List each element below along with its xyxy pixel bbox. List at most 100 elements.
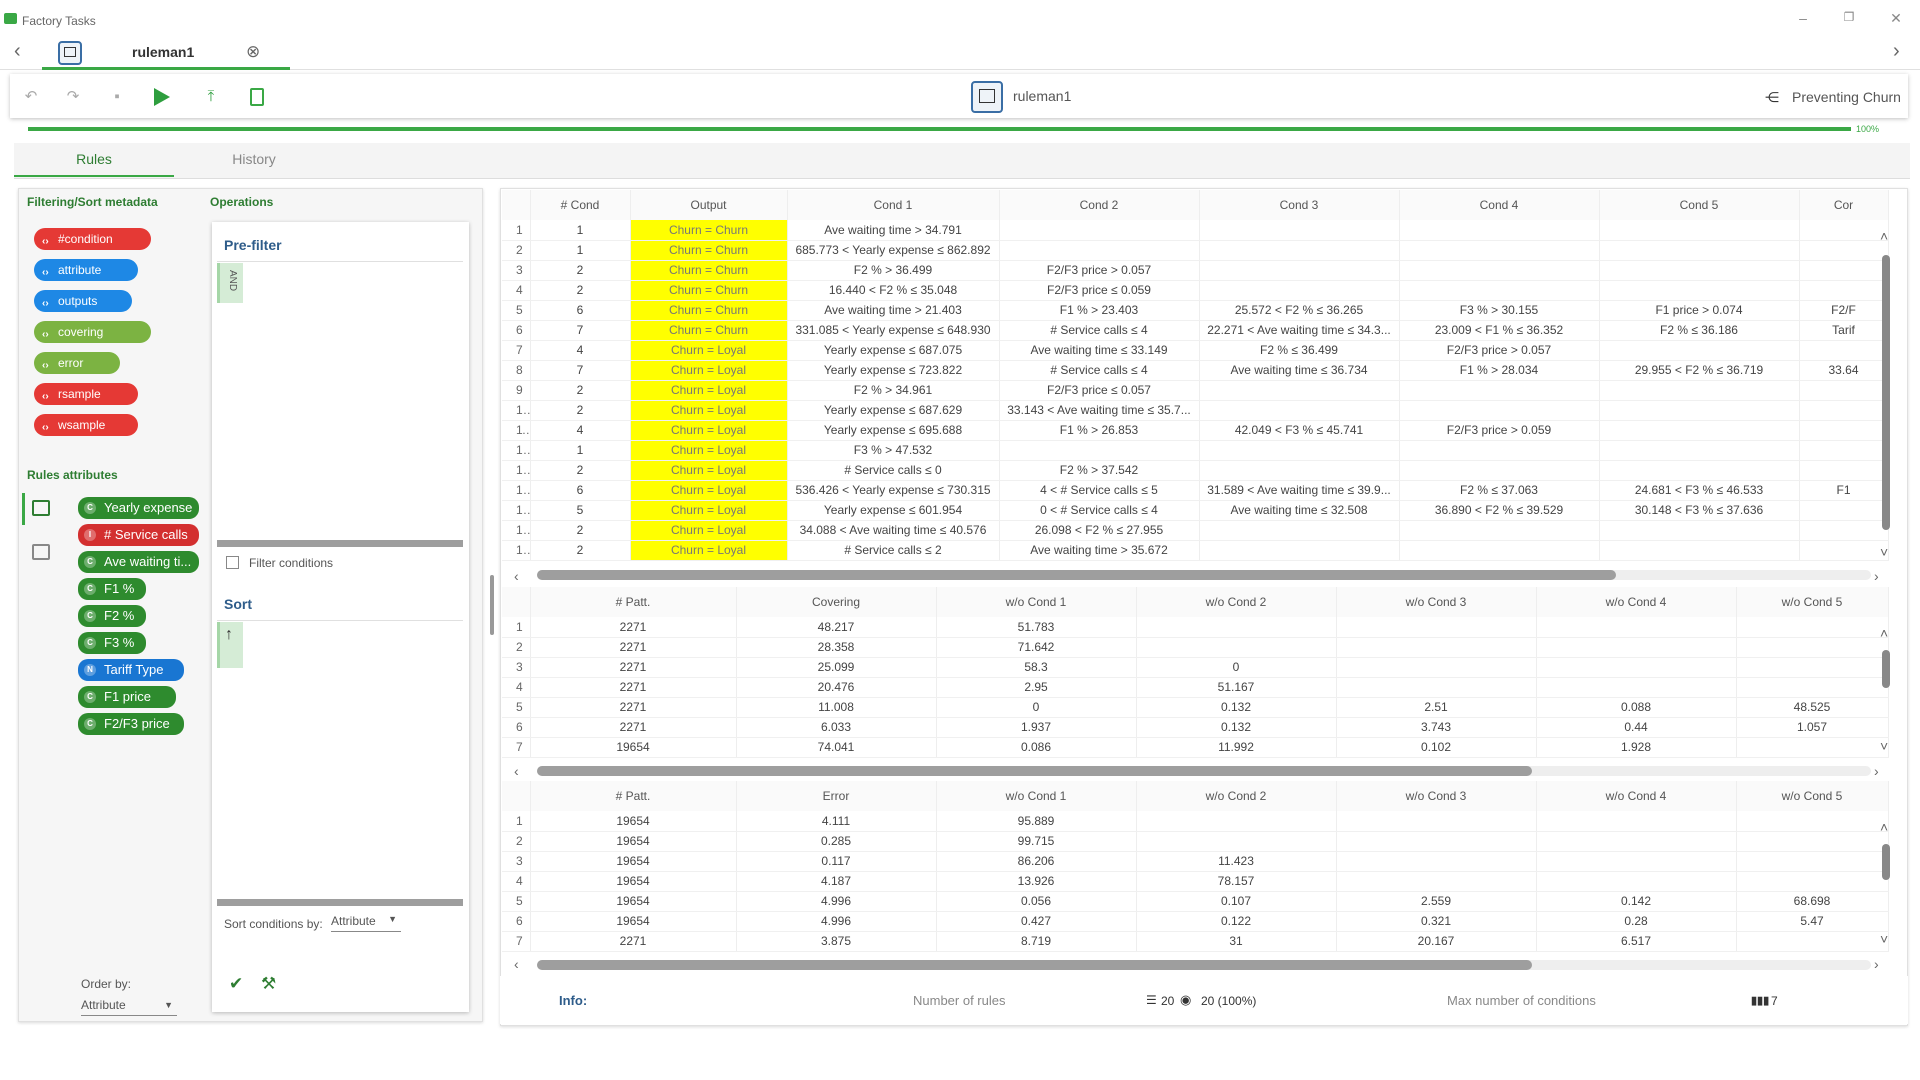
sort-ascending-icon[interactable]: ↑ xyxy=(220,622,243,644)
column-header[interactable]: Error xyxy=(736,781,937,811)
attribute-chip[interactable]: C F1 price xyxy=(78,686,176,708)
column-header[interactable]: w/o Cond 5 xyxy=(1736,781,1889,811)
table-row[interactable]: 12 1 Churn = Loyal F3 % > 47.532 xyxy=(502,440,1889,461)
scroll-down-icon[interactable]: ˅ xyxy=(1880,738,1888,754)
sort-direction-strip[interactable]: ↑ xyxy=(217,622,243,668)
table-row[interactable]: 1 2271 48.217 51.783 xyxy=(502,617,1889,638)
scroll-right-icon[interactable]: › xyxy=(1874,956,1879,972)
scroll-right-icon[interactable]: › xyxy=(1874,763,1879,779)
meta-tag-rsample[interactable]: ‹› rsample xyxy=(34,383,138,405)
table-row[interactable]: 2 19654 0.285 99.715 xyxy=(502,831,1889,852)
run-icon[interactable] xyxy=(154,88,170,106)
column-header[interactable]: Cond 3 xyxy=(1199,190,1400,220)
meta-tag-error[interactable]: ‹› error xyxy=(34,352,120,374)
table-row[interactable]: 9 2 Churn = Loyal F2 % > 34.961 F2/F3 price … xyxy=(502,380,1889,401)
column-header[interactable]: w/o Cond 5 xyxy=(1736,587,1889,617)
column-header[interactable]: w/o Cond 2 xyxy=(1136,781,1337,811)
scroll-down-icon[interactable]: ˅ xyxy=(1880,544,1888,560)
table-row[interactable]: 3 2271 25.099 58.3 0 xyxy=(502,657,1889,678)
column-header[interactable]: w/o Cond 1 xyxy=(936,587,1137,617)
covering-hscroll-thumb[interactable] xyxy=(537,766,1532,776)
table-row[interactable]: 10 2 Churn = Loyal Yearly expense ≤ 687.629… xyxy=(502,400,1889,421)
table-row[interactable]: 17 2 Churn = Loyal # Service calls ≤ 2 Ave w… xyxy=(502,540,1889,561)
rules-hscroll-thumb[interactable] xyxy=(537,570,1616,580)
meta-tag-attribute[interactable]: ‹› attribute xyxy=(34,259,138,281)
column-header[interactable]: w/o Cond 3 xyxy=(1336,587,1537,617)
table-row[interactable]: 7 19654 74.041 0.086 11.992 0.102 1.928 xyxy=(502,737,1889,758)
error-vscroll-thumb[interactable] xyxy=(1882,844,1890,880)
scroll-down-icon[interactable]: ˅ xyxy=(1880,931,1888,947)
minimize-button[interactable]: – xyxy=(1793,10,1813,26)
column-header[interactable]: # Patt. xyxy=(530,781,737,811)
table-row[interactable]: 4 2271 20.476 2.95 51.167 xyxy=(502,677,1889,698)
redo-icon[interactable]: ↷ xyxy=(64,88,82,106)
column-header[interactable]: Cond 2 xyxy=(999,190,1200,220)
table-row[interactable]: 2 1 Churn = Churn 685.773 < Yearly expense … xyxy=(502,240,1889,261)
covering-vscroll-thumb[interactable] xyxy=(1882,650,1890,688)
table-row[interactable]: 8 7 Churn = Loyal Yearly expense ≤ 723.822 #… xyxy=(502,360,1889,381)
restore-button[interactable]: ❐ xyxy=(1839,10,1859,24)
tab-scroll-right-icon[interactable]: › xyxy=(1893,40,1900,63)
scroll-left-icon[interactable]: ‹ xyxy=(514,568,519,584)
table-row[interactable]: 4 19654 4.187 13.926 78.157 xyxy=(502,871,1889,892)
table-row[interactable]: 5 2271 11.008 0 0.132 2.51 0.088 48.525 xyxy=(502,697,1889,718)
column-header[interactable]: w/o Cond 3 xyxy=(1336,781,1537,811)
table-row[interactable]: 2 2271 28.358 71.642 xyxy=(502,637,1889,658)
save-icon[interactable]: ▪ xyxy=(108,88,126,106)
sorted-view-icon[interactable] xyxy=(32,544,50,560)
prefilter-resizer[interactable] xyxy=(217,540,463,547)
table-row[interactable]: 4 2 Churn = Churn 16.440 < F2 % ≤ 35.048 F2/… xyxy=(502,280,1889,301)
table-row[interactable]: 6 19654 4.996 0.427 0.122 0.321 0.28 5.47 xyxy=(502,911,1889,932)
column-header[interactable]: Cor xyxy=(1799,190,1889,220)
attribute-chip[interactable]: N Tariff Type xyxy=(78,659,184,681)
table-row[interactable]: 6 2271 6.033 1.937 0.132 3.743 0.44 1.057 xyxy=(502,717,1889,738)
order-by-select[interactable]: Attribute ▼ xyxy=(81,996,177,1016)
export-icon[interactable]: ⤒ xyxy=(202,88,220,106)
attribute-chip[interactable]: C F2/F3 price xyxy=(78,713,184,735)
column-header[interactable]: Cond 4 xyxy=(1399,190,1600,220)
and-strip[interactable]: AND xyxy=(217,263,243,303)
attribute-chip[interactable]: C Ave waiting ti... xyxy=(78,551,199,573)
column-header[interactable] xyxy=(502,781,531,811)
scroll-up-icon[interactable]: ˄ xyxy=(1880,228,1888,244)
error-hscroll-thumb[interactable] xyxy=(537,960,1532,970)
column-header[interactable]: w/o Cond 4 xyxy=(1536,781,1737,811)
scroll-left-icon[interactable]: ‹ xyxy=(514,763,519,779)
meta-tag-covering[interactable]: ‹› covering xyxy=(34,321,151,343)
column-header[interactable]: w/o Cond 1 xyxy=(936,781,1137,811)
scroll-left-icon[interactable]: ‹ xyxy=(514,956,519,972)
undo-icon[interactable]: ↶ xyxy=(22,88,40,106)
column-header[interactable]: w/o Cond 2 xyxy=(1136,587,1337,617)
table-row[interactable]: 7 2271 3.875 8.719 31 20.167 6.517 xyxy=(502,931,1889,952)
column-header[interactable]: Covering xyxy=(736,587,937,617)
table-row[interactable]: 14 6 Churn = Loyal 536.426 < Yearly expense… xyxy=(502,480,1889,501)
apply-icon[interactable]: ✔ xyxy=(229,974,243,994)
column-header[interactable]: # Patt. xyxy=(530,587,737,617)
scroll-right-icon[interactable]: › xyxy=(1874,568,1879,584)
meta-tag-condition[interactable]: ‹› #condition xyxy=(34,228,151,250)
tab-rules[interactable]: Rules xyxy=(14,151,174,167)
column-header[interactable]: # Cond xyxy=(530,190,631,220)
panel-splitter[interactable] xyxy=(490,575,494,635)
scroll-up-icon[interactable]: ˄ xyxy=(1880,819,1888,835)
table-row[interactable]: 11 4 Churn = Loyal Yearly expense ≤ 695.688… xyxy=(502,420,1889,441)
filter-conditions-checkbox[interactable] xyxy=(226,556,239,569)
attribute-chip[interactable]: C F3 % xyxy=(78,632,146,654)
column-header[interactable]: w/o Cond 4 xyxy=(1536,587,1737,617)
rules-vscroll-thumb[interactable] xyxy=(1882,255,1890,530)
table-row[interactable]: 7 4 Churn = Loyal Yearly expense ≤ 687.075 A… xyxy=(502,340,1889,361)
column-header[interactable] xyxy=(502,587,531,617)
tab-scroll-left-icon[interactable]: ‹ xyxy=(14,40,21,63)
attribute-chip[interactable]: C Yearly expense xyxy=(78,497,199,519)
list-view-icon[interactable] xyxy=(32,500,50,516)
sort-by-select[interactable]: Attribute ▼ xyxy=(331,912,401,932)
table-row[interactable]: 5 19654 4.996 0.056 0.107 2.559 0.142 68.698 xyxy=(502,891,1889,912)
tab-history[interactable]: History xyxy=(174,151,334,167)
scroll-up-icon[interactable]: ˄ xyxy=(1880,625,1888,641)
table-row[interactable]: 3 19654 0.117 86.206 11.423 xyxy=(502,851,1889,872)
table-row[interactable]: 1 19654 4.111 95.889 xyxy=(502,811,1889,832)
column-header[interactable]: Cond 5 xyxy=(1599,190,1800,220)
tab-close-icon[interactable]: ⊗ xyxy=(246,42,260,62)
table-row[interactable]: 6 7 Churn = Churn 331.085 < Yearly expense … xyxy=(502,320,1889,341)
column-header[interactable] xyxy=(502,190,531,220)
